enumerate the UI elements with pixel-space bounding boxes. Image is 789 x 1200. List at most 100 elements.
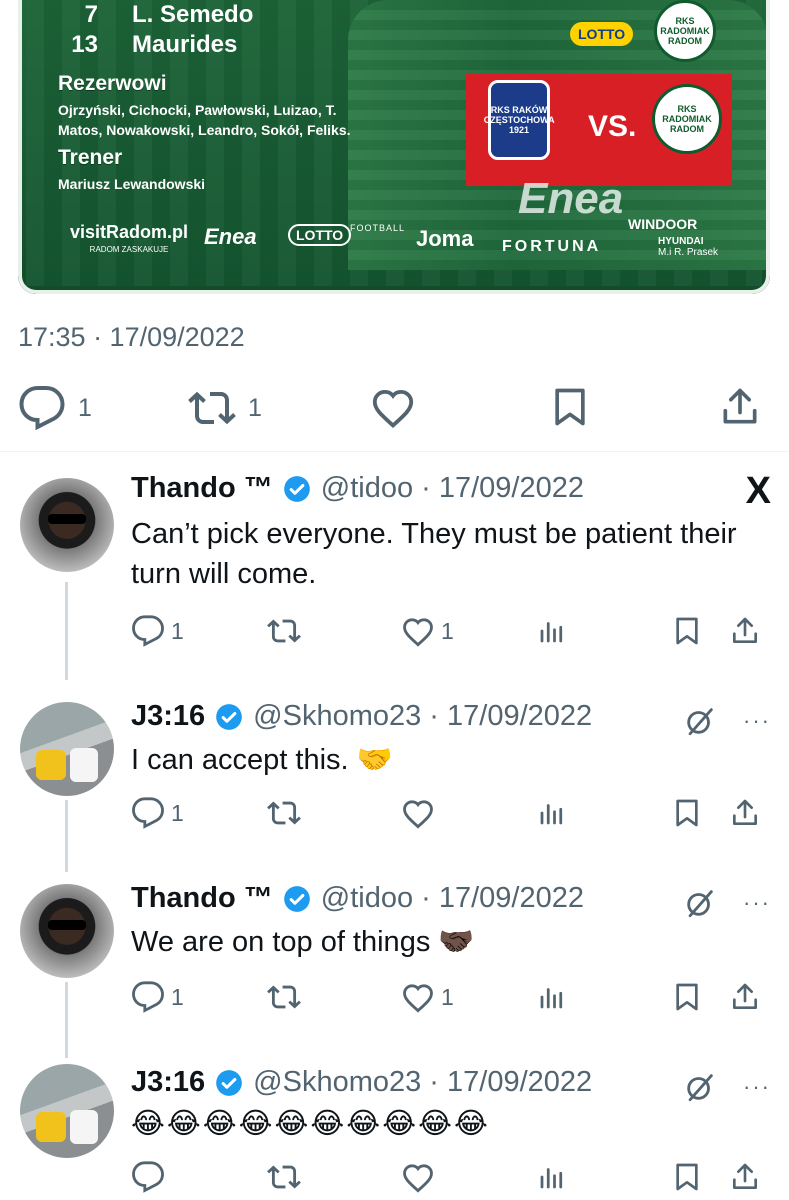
reply-action-bar	[131, 1160, 771, 1194]
thread-line	[65, 982, 68, 1058]
reply-header: Thando ™ @tidoo · 17/09/2022	[131, 882, 584, 915]
views-button[interactable]	[537, 1160, 567, 1194]
tweet-media-image[interactable]: LOTTO RKS RADOMIAK RADOM RKS RAKÓW CZĘST…	[18, 0, 770, 294]
more-icon[interactable]: ···	[743, 708, 771, 734]
bookmark-icon	[671, 1160, 703, 1194]
reply-corner: ···	[683, 704, 771, 738]
bookmark-button[interactable]	[671, 980, 703, 1014]
share-button[interactable]	[729, 980, 761, 1014]
retweet-button[interactable]	[267, 796, 301, 830]
reply-tweet[interactable]: Thando ™ @tidoo · 17/09/2022 ··· We are …	[0, 878, 789, 1058]
reply-icon	[131, 1160, 165, 1194]
verified-badge-icon	[215, 703, 243, 731]
heart-icon	[401, 614, 435, 648]
share-icon	[729, 796, 761, 830]
analytics-icon	[537, 614, 567, 648]
x-logo-icon[interactable]: X	[746, 470, 771, 513]
grok-icon[interactable]	[683, 1070, 717, 1104]
reply-count: 1	[171, 799, 184, 826]
more-icon[interactable]: ···	[743, 890, 771, 916]
handle-date[interactable]: @Skhomo23 · 17/09/2022	[253, 1066, 592, 1099]
bookmark-button[interactable]	[671, 796, 703, 830]
avatar[interactable]	[20, 478, 114, 572]
retweet-button[interactable]	[267, 980, 301, 1014]
reply-tweet[interactable]: Thando ™ @tidoo · 17/09/2022 X Can’t pic…	[0, 470, 789, 680]
section-divider	[0, 451, 789, 452]
reply-action-bar: 1	[131, 796, 771, 830]
reply-action-bar: 1 1	[131, 980, 771, 1014]
thread-line	[65, 582, 68, 680]
retweet-count: 1	[248, 393, 262, 422]
bookmark-button[interactable]	[548, 384, 592, 430]
views-button[interactable]	[537, 980, 567, 1014]
reply-icon	[131, 614, 165, 648]
verified-badge-icon	[215, 1069, 243, 1097]
like-button[interactable]	[370, 384, 416, 430]
analytics-icon	[537, 980, 567, 1014]
reply-header: Thando ™ @tidoo · 17/09/2022	[131, 472, 584, 505]
reply-text: I can accept this. 🤝	[131, 744, 393, 776]
handle-date[interactable]: @tidoo · 17/09/2022	[321, 472, 584, 505]
bookmark-icon	[671, 980, 703, 1014]
like-button[interactable]: 1	[401, 980, 454, 1014]
reply-button[interactable]	[131, 1160, 171, 1194]
share-icon	[729, 980, 761, 1014]
share-icon	[718, 384, 762, 430]
avatar[interactable]	[20, 702, 114, 796]
like-button[interactable]: 1	[401, 614, 454, 648]
like-button[interactable]	[401, 1160, 441, 1194]
grok-icon[interactable]	[683, 704, 717, 738]
bookmark-button[interactable]	[671, 614, 703, 648]
share-icon	[729, 614, 761, 648]
display-name[interactable]: Thando ™	[131, 882, 273, 915]
like-button[interactable]	[401, 796, 441, 830]
verified-badge-icon	[283, 475, 311, 503]
retweet-button[interactable]	[267, 614, 301, 648]
avatar[interactable]	[20, 884, 114, 978]
share-button[interactable]	[729, 796, 761, 830]
reply-icon	[18, 384, 66, 432]
reply-button[interactable]: 1	[18, 384, 92, 432]
reply-header: J3:16 @Skhomo23 · 17/09/2022	[131, 700, 592, 733]
heart-icon	[401, 1160, 435, 1194]
more-icon[interactable]: ···	[743, 1074, 771, 1100]
views-button[interactable]	[537, 796, 567, 830]
retweet-icon	[267, 980, 301, 1014]
share-button[interactable]	[718, 384, 762, 430]
display-name[interactable]: J3:16	[131, 1066, 205, 1099]
display-name[interactable]: Thando ™	[131, 472, 273, 505]
avatar[interactable]	[20, 1064, 114, 1158]
retweet-button[interactable]: 1	[188, 384, 262, 432]
reply-header: J3:16 @Skhomo23 · 17/09/2022	[131, 1066, 592, 1099]
verified-badge-icon	[283, 885, 311, 913]
reply-count: 1	[78, 393, 92, 422]
reply-icon	[131, 796, 165, 830]
reply-button[interactable]: 1	[131, 796, 184, 830]
reply-tweet[interactable]: J3:16 @Skhomo23 · 17/09/2022 ··· 😂😂😂😂😂😂😂…	[0, 1062, 789, 1200]
views-button[interactable]	[537, 614, 567, 648]
analytics-icon	[537, 796, 567, 830]
reply-tweet[interactable]: J3:16 @Skhomo23 · 17/09/2022 ··· I can a…	[0, 696, 789, 872]
reply-text: We are on top of things 🤝🏿	[131, 926, 475, 958]
bookmark-icon	[671, 796, 703, 830]
reply-text: Can’t pick everyone. They must be patien…	[131, 518, 737, 590]
retweet-button[interactable]	[267, 1160, 301, 1194]
share-button[interactable]	[729, 614, 761, 648]
retweet-icon	[267, 796, 301, 830]
grok-icon[interactable]	[683, 886, 717, 920]
heart-icon	[401, 796, 435, 830]
media-frame	[18, 0, 770, 294]
analytics-icon	[537, 1160, 567, 1194]
retweet-icon	[267, 614, 301, 648]
bookmark-button[interactable]	[671, 1160, 703, 1194]
reply-corner: X	[746, 470, 771, 513]
reply-button[interactable]: 1	[131, 614, 184, 648]
handle-date[interactable]: @tidoo · 17/09/2022	[321, 882, 584, 915]
handle-date[interactable]: @Skhomo23 · 17/09/2022	[253, 700, 592, 733]
tweet-timestamp[interactable]: 17:35 · 17/09/2022	[18, 322, 245, 353]
display-name[interactable]: J3:16	[131, 700, 205, 733]
bookmark-icon	[548, 384, 592, 430]
share-button[interactable]	[729, 1160, 761, 1194]
reply-button[interactable]: 1	[131, 980, 184, 1014]
reply-icon	[131, 980, 165, 1014]
